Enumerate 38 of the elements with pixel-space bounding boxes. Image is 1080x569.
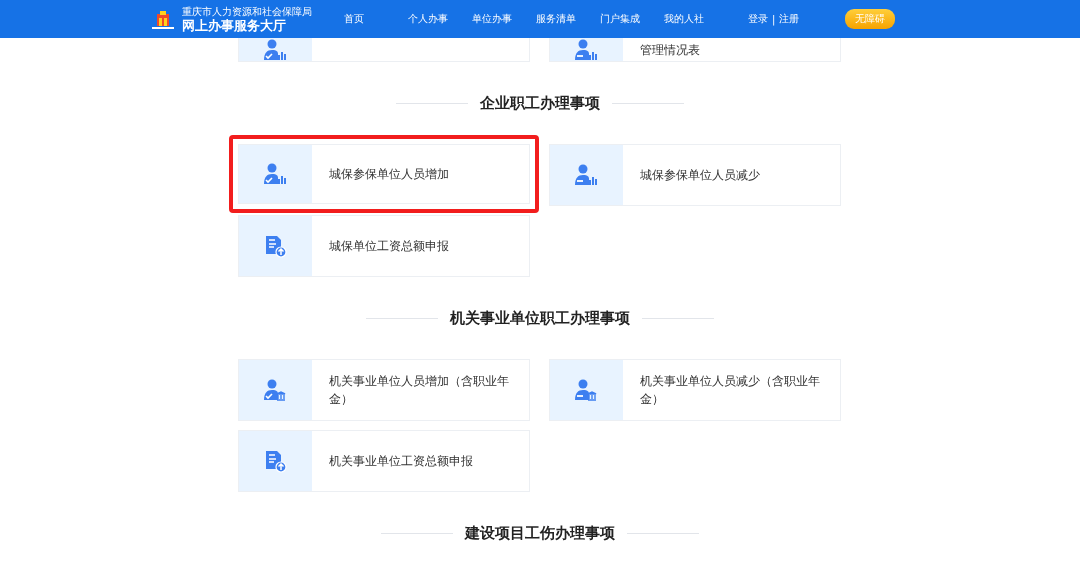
service-card[interactable]: 城保单位工资总额申报 [237,215,530,277]
logo-icon [150,8,176,30]
person-icon [263,378,287,402]
nav-link[interactable]: 我的人社 [664,12,728,26]
register-link[interactable]: 注册 [779,12,800,26]
service-card[interactable] [237,38,530,62]
person-icon [263,38,287,61]
document-upload-icon [263,449,287,473]
site-title: 网上办事服务大厅 [182,17,287,33]
person-icon [574,378,598,402]
service-title: 管理情况表 [638,41,701,59]
service-title: 机关事业单位人员减少（含职业年金） [638,373,821,408]
service-title: 城保参保单位人员减少 [638,167,761,184]
service-card[interactable]: 机关事业单位人员减少（含职业年金） [548,359,841,421]
service-card[interactable]: 机关事业单位工资总额申报 [237,430,530,492]
service-card[interactable]: 城保参保单位人员减少 [548,144,841,206]
person-icon [574,163,598,187]
separator: | [772,13,776,25]
service-title: 机关事业单位人员增加（含职业年金） [327,373,510,408]
nav-link[interactable]: 门户集成 [600,12,664,26]
person-icon [574,38,598,61]
nav-link[interactable]: 个人办事 [408,12,472,26]
login-link[interactable]: 登录 [748,12,768,26]
service-title: 城保单位工资总额申报 [327,238,450,255]
section-title: 建设项目工伤办理事项 [465,523,615,543]
service-card[interactable]: 管理情况表 [548,38,841,62]
nav-link[interactable]: 首页 [344,12,408,26]
service-title: 城保参保单位人员增加 [311,144,530,204]
service-title: 机关事业单位工资总额申报 [327,453,474,470]
section-title: 机关事业单位职工办理事项 [450,308,630,328]
service-card[interactable]: 城保参保单位人员增加 [228,135,539,213]
section-title: 企业职工办理事项 [480,93,600,113]
document-upload-icon [263,234,287,258]
org-name: 重庆市人力资源和社会保障局 [182,5,312,18]
nav-link[interactable]: 服务清单 [536,12,600,26]
service-card[interactable]: 机关事业单位人员增加（含职业年金） [237,359,530,421]
nav-link[interactable]: 单位办事 [472,12,536,26]
person-icon [263,162,287,186]
